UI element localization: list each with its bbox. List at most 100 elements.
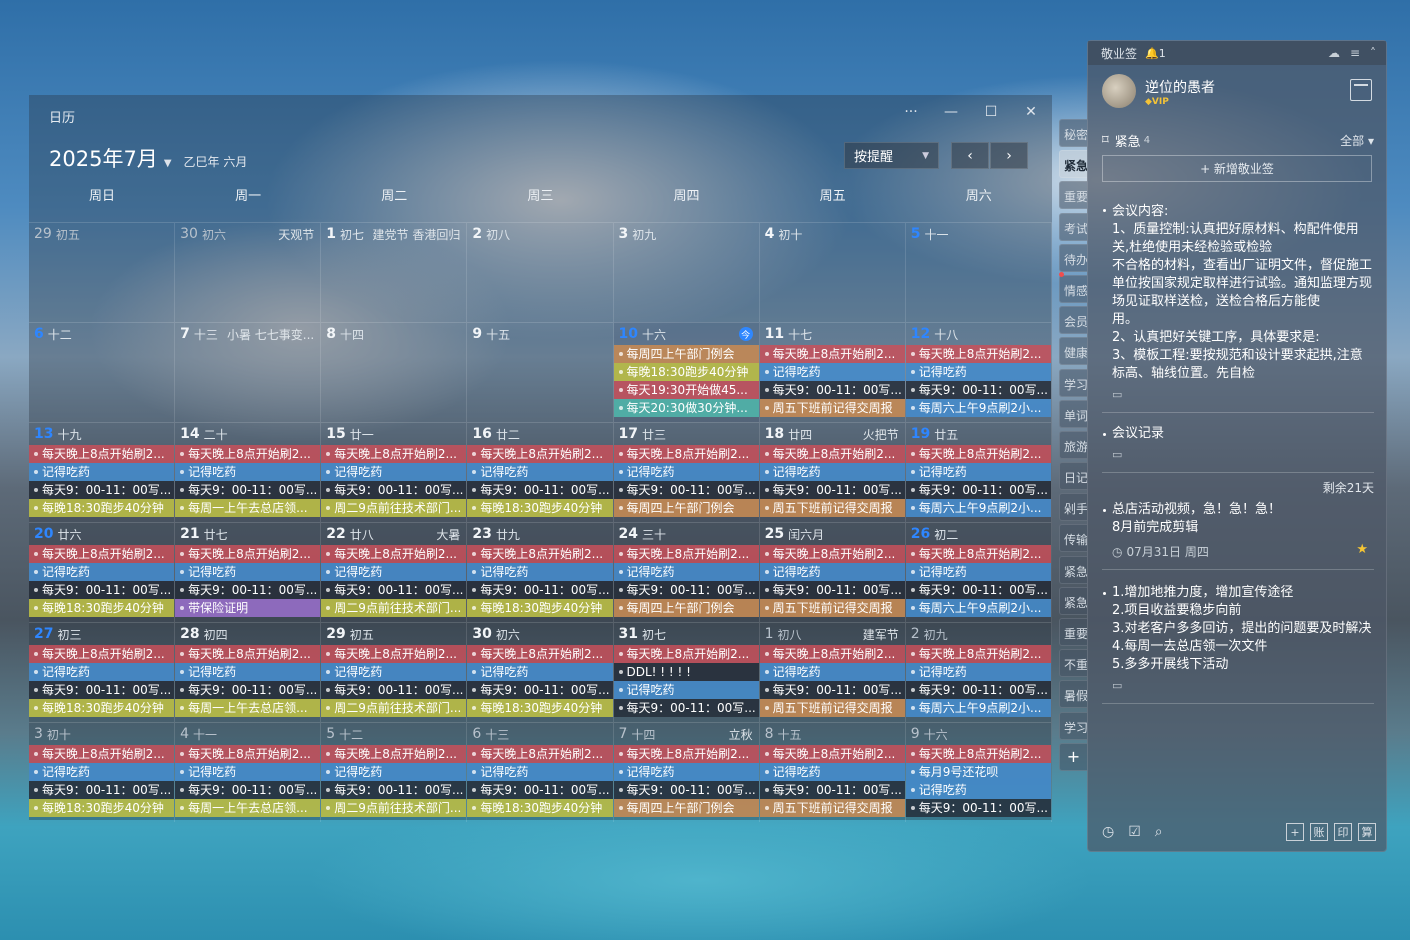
day-cell[interactable]: 6 十二: [29, 322, 176, 422]
event-item[interactable]: 每天9：00-11：00写...: [321, 581, 467, 599]
note-item[interactable]: 会议内容: 1、质量控制:认真把好原材料、构配件使用关,杜绝使用未经检验或检验 …: [1102, 201, 1374, 413]
search-icon[interactable]: ⌕: [1155, 824, 1163, 840]
category-tab[interactable]: 传输: [1059, 524, 1087, 553]
day-cell[interactable]: 15 廿一 每天晚上8点开始刷2... 记得吃药 每天9：00-11：00写... 周二9…: [321, 422, 468, 522]
event-item[interactable]: 每天9：00-11：00写...: [29, 781, 175, 799]
event-item[interactable]: 每天晚上8点开始刷2...: [29, 545, 175, 563]
event-item[interactable]: 每周一上午去总店领...: [175, 499, 321, 517]
day-cell[interactable]: 4 初十: [759, 222, 906, 322]
event-item[interactable]: 每晚18:30跑步40分钟: [29, 799, 175, 817]
checkbox-icon[interactable]: ☑: [1128, 824, 1141, 840]
event-item[interactable]: 每天晚上8点开始刷2...: [905, 345, 1051, 363]
day-cell[interactable]: 12 十八 每天晚上8点开始刷2... 记得吃药 每天9：00-11：00写... 每周六…: [905, 322, 1052, 422]
clock-icon[interactable]: ◷: [1102, 824, 1114, 840]
day-cell[interactable]: 11 十七 每天晚上8点开始刷2... 记得吃药 每天9：00-11：00写... 周五下…: [759, 322, 906, 422]
minimize-icon[interactable]: —: [942, 104, 960, 120]
event-item[interactable]: 每晚18:30跑步40分钟: [467, 599, 613, 617]
day-cell[interactable]: 26 初二 每天晚上8点开始刷2... 记得吃药 每天9：00-11：00写... 每周六…: [905, 522, 1052, 622]
event-item[interactable]: 每周四上午部门例会: [613, 799, 759, 817]
event-item[interactable]: 记得吃药: [613, 763, 759, 781]
day-cell[interactable]: 7 十三 小暑 七七事变...: [175, 322, 322, 422]
event-item[interactable]: 周二9点前往技术部门...: [321, 799, 467, 817]
category-tab[interactable]: 剁手: [1059, 493, 1087, 522]
calendar-icon[interactable]: [1350, 79, 1372, 101]
remind-select[interactable]: 按提醒 ▼: [844, 142, 939, 169]
event-item[interactable]: 记得吃药: [29, 563, 175, 581]
add-icon[interactable]: +: [1286, 823, 1304, 841]
event-item[interactable]: 每周六上午9点刷2小...: [905, 499, 1051, 517]
event-item[interactable]: 每天9：00-11：00写...: [175, 581, 321, 599]
event-item[interactable]: 每晚18:30跑步40分钟: [467, 799, 613, 817]
event-item[interactable]: 每天9：00-11：00写...: [175, 481, 321, 499]
menu-icon[interactable]: ≡: [1350, 46, 1360, 60]
event-item[interactable]: 每晚18:30跑步40分钟: [29, 699, 175, 717]
day-cell[interactable]: 31 初七 每天晚上8点开始刷2... DDL! ! ! ! ! 记得吃药 每天9：00-…: [613, 622, 760, 722]
day-cell[interactable]: 22 廿八 大暑 每天晚上8点开始刷2... 记得吃药 每天9：00-11：00写... 周…: [321, 522, 468, 622]
event-item[interactable]: 周二9点前往技术部门...: [321, 499, 467, 517]
event-item[interactable]: 每天晚上8点开始刷2...: [175, 545, 321, 563]
day-cell[interactable]: 13 十九 每天晚上8点开始刷2... 记得吃药 每天9：00-11：00写... 每晚1…: [29, 422, 176, 522]
day-cell[interactable]: 2 初九 每天晚上8点开始刷2... 记得吃药 每天9：00-11：00写... 每周六上…: [905, 622, 1052, 722]
note-item[interactable]: 1.增加地推力度，增加宣传途径 2.项目收益要稳步向前 3.对老客户多多回访，提…: [1102, 584, 1374, 704]
event-item[interactable]: 每天9：00-11：00写...: [905, 581, 1051, 599]
note-item[interactable]: 会议记录 ▭: [1102, 425, 1374, 473]
day-cell[interactable]: 17 廿三 每天晚上8点开始刷2... 记得吃药 每天9：00-11：00写... 每周四…: [613, 422, 760, 522]
category-tab[interactable]: 日记: [1059, 462, 1087, 491]
event-item[interactable]: 每天晚上8点开始刷2...: [175, 645, 321, 663]
filter-all[interactable]: 全部 ▾: [1340, 132, 1374, 149]
event-item[interactable]: 记得吃药: [905, 663, 1051, 681]
event-item[interactable]: 每天晚上8点开始刷2...: [467, 745, 613, 763]
day-cell[interactable]: 3 初十 每天晚上8点开始刷2... 记得吃药 每天9：00-11：00写... 每晚18…: [29, 722, 176, 822]
month-selector[interactable]: 2025年7月 ▼ 乙巳年 六月: [49, 143, 247, 173]
event-item[interactable]: 每天晚上8点开始刷2...: [175, 745, 321, 763]
event-item[interactable]: 记得吃药: [321, 463, 467, 481]
event-item[interactable]: 每天晚上8点开始刷2...: [759, 445, 905, 463]
category-tab[interactable]: 学习: [1059, 711, 1087, 740]
event-item[interactable]: 记得吃药: [29, 663, 175, 681]
event-item[interactable]: 每天19:30开始做45...: [613, 381, 759, 399]
event-item[interactable]: 记得吃药: [467, 663, 613, 681]
event-item[interactable]: 带保险证明: [175, 599, 321, 617]
event-item[interactable]: 周二9点前往技术部门...: [321, 599, 467, 617]
event-item[interactable]: 周五下班前记得交周报: [759, 699, 905, 717]
event-item[interactable]: DDL! ! ! ! !: [613, 663, 759, 681]
event-item[interactable]: 每天晚上8点开始刷2...: [321, 545, 467, 563]
event-item[interactable]: 每晚18:30跑步40分钟: [613, 363, 759, 381]
day-cell[interactable]: 6 十三 每天晚上8点开始刷2... 记得吃药 每天9：00-11：00写... 每晚18…: [467, 722, 614, 822]
event-item[interactable]: 每天晚上8点开始刷2...: [905, 745, 1051, 763]
maximize-icon[interactable]: ☐: [982, 104, 1000, 120]
day-cell[interactable]: 1 初八 建军节 每天晚上8点开始刷2... 记得吃药 每天9：00-11：00写... 周…: [759, 622, 906, 722]
day-cell[interactable]: 7 十四 立秋 每天晚上8点开始刷2... 记得吃药 每天9：00-11：00写... 每周…: [613, 722, 760, 822]
day-cell[interactable]: 29 初五 每天晚上8点开始刷2... 记得吃药 每天9：00-11：00写... 周二9…: [321, 622, 468, 722]
event-item[interactable]: 周五下班前记得交周报: [759, 599, 905, 617]
event-item[interactable]: 每天晚上8点开始刷2...: [29, 645, 175, 663]
event-item[interactable]: 每天9：00-11：00写...: [905, 481, 1051, 499]
event-item[interactable]: 记得吃药: [175, 663, 321, 681]
event-item[interactable]: 记得吃药: [175, 563, 321, 581]
event-item[interactable]: 每天9：00-11：00写...: [29, 581, 175, 599]
category-tab[interactable]: 情感: [1059, 274, 1087, 303]
day-cell[interactable]: 30 初六 天观节: [175, 222, 322, 322]
close-icon[interactable]: ✕: [1022, 104, 1040, 120]
day-cell[interactable]: 14 二十 每天晚上8点开始刷2... 记得吃药 每天9：00-11：00写... 每周一…: [175, 422, 322, 522]
day-cell[interactable]: 5 十二 每天晚上8点开始刷2... 记得吃药 每天9：00-11：00写... 周二9点…: [321, 722, 468, 822]
avatar[interactable]: [1102, 74, 1136, 108]
category-tab[interactable]: 健康: [1059, 337, 1087, 366]
day-cell[interactable]: 25 闰六月 每天晚上8点开始刷2... 记得吃药 每天9：00-11：00写... 周五…: [759, 522, 906, 622]
event-item[interactable]: 每天晚上8点开始刷2...: [759, 745, 905, 763]
category-tab[interactable]: 学习: [1059, 368, 1087, 397]
category-tab[interactable]: 考试: [1059, 212, 1087, 241]
event-item[interactable]: 每天9：00-11：00写...: [613, 581, 759, 599]
event-item[interactable]: 每周六上午9点刷2小...: [905, 599, 1051, 617]
event-item[interactable]: 每天9：00-11：00写...: [321, 681, 467, 699]
event-item[interactable]: 记得吃药: [467, 763, 613, 781]
event-item[interactable]: 记得吃药: [613, 563, 759, 581]
day-cell[interactable]: 8 十五 每天晚上8点开始刷2... 记得吃药 每天9：00-11：00写... 周五下班…: [759, 722, 906, 822]
event-item[interactable]: 每天晚上8点开始刷2...: [905, 545, 1051, 563]
event-item[interactable]: 每天9：00-11：00写...: [29, 681, 175, 699]
event-item[interactable]: 每天9：00-11：00写...: [759, 481, 905, 499]
category-tab[interactable]: 暑假: [1059, 680, 1087, 709]
event-item[interactable]: 每天晚上8点开始刷2...: [321, 645, 467, 663]
event-item[interactable]: 每天9：00-11：00写...: [905, 381, 1051, 399]
event-item[interactable]: 每天9：00-11：00写...: [613, 699, 759, 717]
